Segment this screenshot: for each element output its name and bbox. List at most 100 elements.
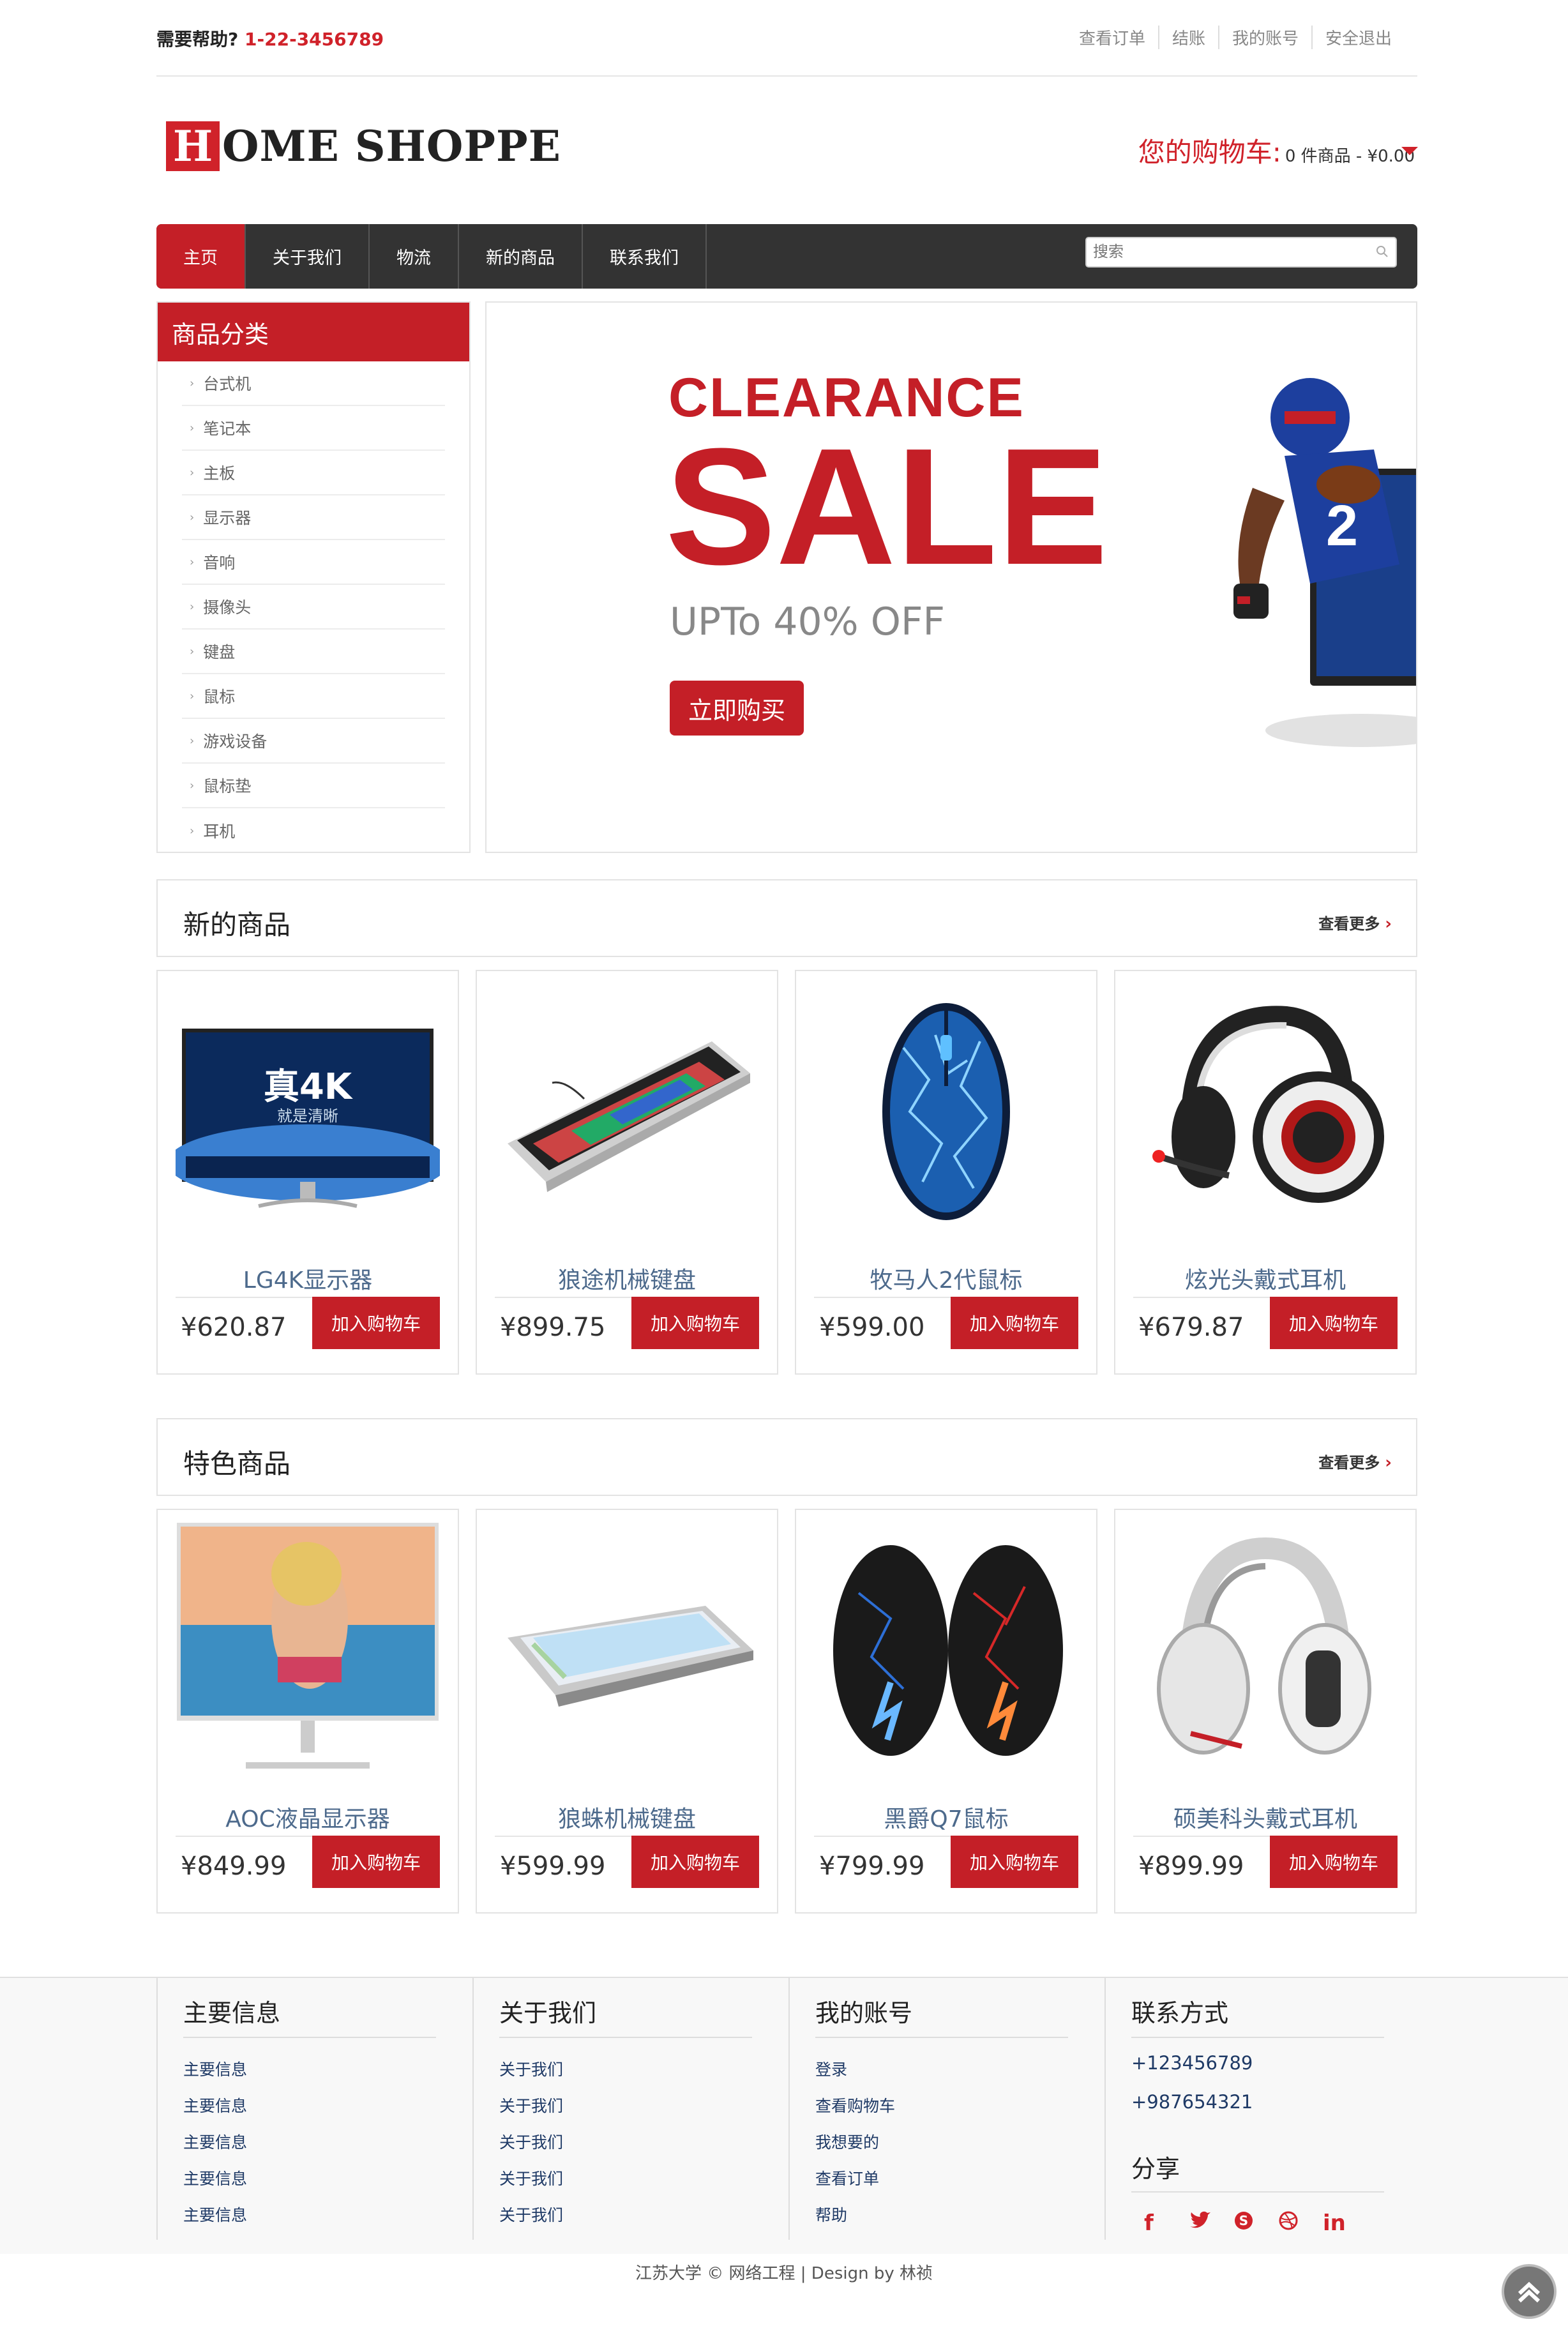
link-view-orders[interactable]: 查看订单	[1066, 26, 1158, 49]
product-card[interactable]: 狼蛛机械键盘 ¥599.99 加入购物车	[476, 1509, 778, 1914]
nav-about[interactable]: 关于我们	[246, 224, 370, 289]
product-name[interactable]: 牧马人2代鼠标	[796, 1262, 1096, 1295]
product-name[interactable]: 硕美科头戴式耳机	[1115, 1801, 1415, 1834]
footer-link[interactable]: 主要信息	[183, 2203, 473, 2239]
category-item[interactable]: › 台式机	[182, 361, 445, 406]
product-card[interactable]: 炫光头戴式耳机 ¥679.87 加入购物车	[1114, 970, 1417, 1375]
category-item[interactable]: › 音响	[182, 540, 445, 585]
footer-link[interactable]: 关于我们	[499, 2130, 789, 2166]
category-item[interactable]: › 鼠标	[182, 674, 445, 719]
main-nav: 主页 关于我们 物流 新的商品 联系我们	[156, 224, 1417, 289]
skype-icon[interactable]: S	[1233, 2210, 1278, 2237]
nav-shipping[interactable]: 物流	[370, 224, 459, 289]
product-name[interactable]: 炫光头戴式耳机	[1115, 1262, 1415, 1295]
linkedin-icon[interactable]: in	[1323, 2210, 1368, 2237]
add-to-cart-button[interactable]: 加入购物车	[951, 1836, 1078, 1888]
product-card[interactable]: 狼途机械键盘 ¥899.75 加入购物车	[476, 970, 778, 1375]
add-to-cart-button[interactable]: 加入购物车	[312, 1836, 440, 1888]
footer-link[interactable]: 主要信息	[183, 2130, 473, 2166]
monitor-screen-text: 真4K	[264, 1066, 354, 1108]
add-to-cart-button[interactable]: 加入购物车	[1270, 1836, 1398, 1888]
add-to-cart-button[interactable]: 加入购物车	[951, 1297, 1078, 1349]
footer-link[interactable]: 关于我们	[499, 2203, 789, 2239]
link-logout[interactable]: 安全退出	[1311, 26, 1405, 49]
category-item[interactable]: › 游戏设备	[182, 719, 445, 764]
category-item[interactable]: › 鼠标垫	[182, 764, 445, 808]
nav-home[interactable]: 主页	[156, 224, 246, 289]
site-footer: 主要信息 主要信息 主要信息 主要信息 主要信息 主要信息 关于我们 关于我们 …	[0, 1977, 1568, 2254]
cart-dropdown-icon[interactable]	[1401, 147, 1418, 155]
product-image[interactable]	[495, 997, 759, 1227]
facebook-icon[interactable]: f	[1144, 2210, 1189, 2237]
product-name[interactable]: 黑爵Q7鼠标	[796, 1801, 1096, 1834]
product-name[interactable]: AOC液晶显示器	[158, 1801, 458, 1834]
product-card[interactable]: 黑爵Q7鼠标 ¥799.99 加入购物车	[795, 1509, 1097, 1914]
cart-summary[interactable]: 您的购物车: 0 件商品 - ¥0.00	[1138, 131, 1415, 170]
footer-link-orders[interactable]: 查看订单	[815, 2166, 1105, 2203]
product-image[interactable]	[814, 1536, 1078, 1765]
footer-link-wishlist[interactable]: 我想要的	[815, 2130, 1105, 2166]
account-links: 查看订单 结账 我的账号 安全退出	[1066, 26, 1405, 49]
share-title: 分享	[1131, 2149, 1384, 2193]
nav-new-products[interactable]: 新的商品	[459, 224, 583, 289]
product-name[interactable]: 狼蛛机械键盘	[477, 1801, 777, 1834]
footer-link-view-cart[interactable]: 查看购物车	[815, 2094, 1105, 2130]
site-logo[interactable]: H OME SHOPPE	[166, 121, 561, 171]
buy-now-button[interactable]: 立即购买	[670, 681, 804, 736]
product-card[interactable]: AOC液晶显示器 ¥849.99 加入购物车	[156, 1509, 459, 1914]
product-card[interactable]: 牧马人2代鼠标 ¥599.00 加入购物车	[795, 970, 1097, 1375]
product-image[interactable]	[1133, 1536, 1398, 1765]
contact-phone[interactable]: +987654321	[1131, 2091, 1421, 2130]
footer-link[interactable]: 关于我们	[499, 2166, 789, 2203]
footer-link-login[interactable]: 登录	[815, 2057, 1105, 2094]
product-image[interactable]	[495, 1536, 759, 1765]
footer-link[interactable]: 主要信息	[183, 2057, 473, 2094]
product-name[interactable]: 狼途机械键盘	[477, 1262, 777, 1295]
monitor-image: 真4K 就是清晰	[176, 1029, 440, 1208]
footer-link[interactable]: 主要信息	[183, 2166, 473, 2203]
product-price: ¥799.99	[819, 1852, 925, 1881]
twitter-icon[interactable]	[1189, 2210, 1233, 2237]
product-price: ¥899.75	[500, 1313, 606, 1342]
monitor-screen-subtext: 就是清晰	[277, 1107, 338, 1125]
category-item[interactable]: › 主板	[182, 451, 445, 495]
search-input[interactable]	[1093, 238, 1361, 265]
chevron-right-icon: ›	[1385, 1453, 1392, 1472]
contact-phone[interactable]: +123456789	[1131, 2052, 1421, 2091]
category-item[interactable]: › 摄像头	[182, 585, 445, 630]
product-card[interactable]: 真4K 就是清晰 LG4K显示器 ¥620.87 加入购物车	[156, 970, 459, 1375]
category-item[interactable]: › 耳机	[182, 808, 445, 853]
product-image[interactable]	[814, 997, 1078, 1227]
search-icon[interactable]	[1375, 245, 1389, 259]
footer-link[interactable]: 关于我们	[499, 2094, 789, 2130]
product-image[interactable]	[1133, 997, 1398, 1227]
svg-text:S: S	[1239, 2213, 1248, 2228]
link-my-account[interactable]: 我的账号	[1217, 26, 1311, 49]
view-more-link[interactable]: 查看更多 ›	[1318, 1450, 1392, 1472]
social-links: f S in	[1144, 2210, 1421, 2237]
product-image[interactable]: 真4K 就是清晰	[176, 997, 440, 1227]
banner-discount: UPTo 40% OFF	[670, 600, 946, 644]
product-name[interactable]: LG4K显示器	[158, 1262, 458, 1295]
add-to-cart-button[interactable]: 加入购物车	[1270, 1297, 1398, 1349]
nav-contact[interactable]: 联系我们	[583, 224, 707, 289]
category-item[interactable]: › 显示器	[182, 495, 445, 540]
view-more-link[interactable]: 查看更多 ›	[1318, 911, 1392, 933]
add-to-cart-button[interactable]: 加入购物车	[312, 1297, 440, 1349]
back-to-top-button[interactable]	[1502, 2264, 1557, 2319]
product-card[interactable]: 硕美科头戴式耳机 ¥899.99 加入购物车	[1114, 1509, 1417, 1914]
product-image[interactable]	[176, 1523, 440, 1769]
help-phone[interactable]: 1-22-3456789	[245, 29, 384, 50]
footer-link[interactable]: 主要信息	[183, 2094, 473, 2130]
add-to-cart-button[interactable]: 加入购物车	[631, 1297, 759, 1349]
footer-link[interactable]: 关于我们	[499, 2057, 789, 2094]
category-label: 耳机	[203, 822, 236, 841]
footer-link-help[interactable]: 帮助	[815, 2203, 1105, 2239]
category-item[interactable]: › 键盘	[182, 630, 445, 674]
link-checkout[interactable]: 结账	[1157, 26, 1218, 49]
mouse-pair-image	[833, 1545, 1063, 1756]
chevron-right-icon: ›	[190, 644, 195, 658]
add-to-cart-button[interactable]: 加入购物车	[631, 1836, 759, 1888]
category-item[interactable]: › 笔记本	[182, 406, 445, 451]
dribbble-icon[interactable]	[1278, 2210, 1323, 2237]
